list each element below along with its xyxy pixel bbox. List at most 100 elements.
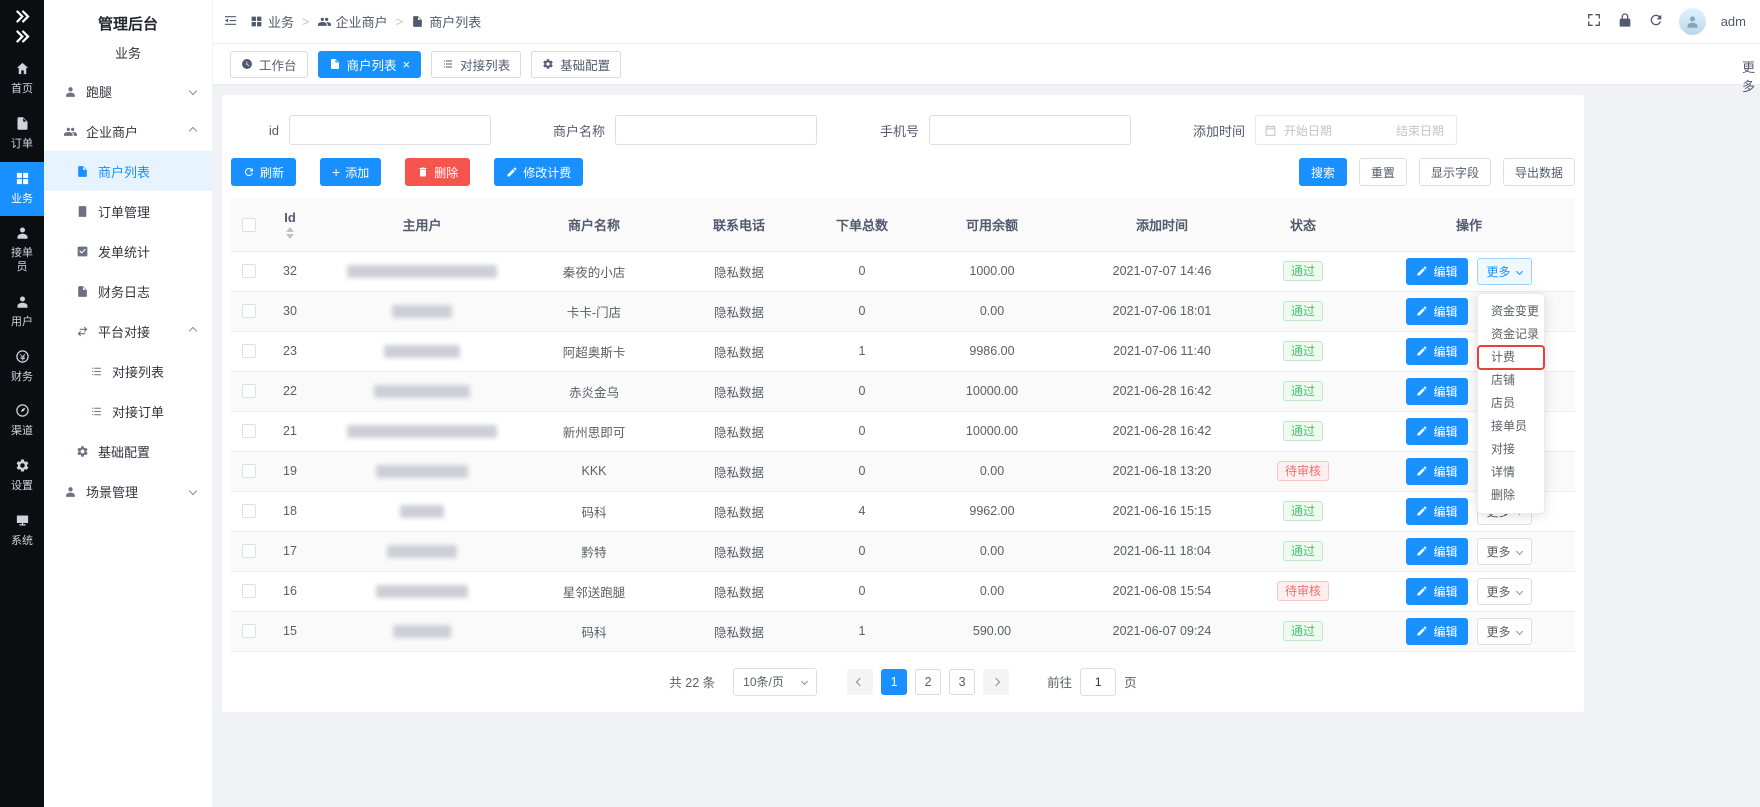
table-row[interactable]: 21 新州思即可 隐私数据 0 10000.00 2021-06-28 16:4… <box>231 411 1575 451</box>
page-button[interactable]: 2 <box>915 669 941 695</box>
sidebar-item-basic-config[interactable]: 基础配置 <box>44 431 212 471</box>
dropdown-item[interactable]: 对接 <box>1478 438 1544 461</box>
sidebar-item-scene-management[interactable]: 场景管理 <box>44 471 212 511</box>
row-checkbox[interactable] <box>242 384 256 398</box>
rail-item-finance[interactable]: 财务 <box>0 340 44 395</box>
fullscreen-icon[interactable] <box>1586 12 1602 31</box>
edit-button[interactable]: 编辑 <box>1406 338 1467 365</box>
refresh-button[interactable]: 刷新 <box>231 158 296 186</box>
edit-button[interactable]: 编辑 <box>1406 578 1467 605</box>
tab-basic-config[interactable]: 基础配置 <box>531 51 621 78</box>
table-row[interactable]: 17 黔特 隐私数据 0 0.00 2021-06-11 18:04 通过 编辑… <box>231 531 1575 571</box>
dropdown-item[interactable]: 计费 <box>1478 346 1544 369</box>
row-checkbox[interactable] <box>242 424 256 438</box>
dropdown-item[interactable]: 店员 <box>1478 392 1544 415</box>
page-button[interactable]: 3 <box>949 669 975 695</box>
row-checkbox[interactable] <box>242 544 256 558</box>
refresh-icon[interactable] <box>1648 12 1664 31</box>
table-row[interactable]: 22 赤炎金乌 隐私数据 0 10000.00 2021-06-28 16:42… <box>231 371 1575 411</box>
more-button[interactable]: 更多 <box>1477 618 1532 645</box>
tab-workbench[interactable]: 工作台 <box>230 51 308 78</box>
row-checkbox[interactable] <box>242 624 256 638</box>
table-row[interactable]: 32 秦夜的小店 隐私数据 0 1000.00 2021-07-07 14:46… <box>231 251 1575 291</box>
dropdown-item[interactable]: 删除 <box>1478 484 1544 507</box>
rail-item-courier[interactable]: 接单员 <box>0 216 44 285</box>
page-size-select[interactable]: 10条/页 <box>733 668 817 696</box>
edit-button[interactable]: 编辑 <box>1406 458 1467 485</box>
edit-button[interactable]: 编辑 <box>1406 498 1467 525</box>
add-button[interactable]: 添加 <box>320 158 381 186</box>
sidebar-item-merchant-list[interactable]: 商户列表 <box>44 151 212 191</box>
rail-item-settings[interactable]: 设置 <box>0 449 44 504</box>
edit-button[interactable]: 编辑 <box>1406 618 1467 645</box>
breadcrumb-business[interactable]: 业务 <box>250 12 294 31</box>
table-row[interactable]: 15 码科 隐私数据 1 590.00 2021-06-07 09:24 通过 … <box>231 611 1575 651</box>
rail-item-home[interactable]: 首页 <box>0 52 44 107</box>
edit-button[interactable]: 编辑 <box>1406 298 1467 325</box>
table-row[interactable]: 19 KKK 隐私数据 0 0.00 2021-06-18 13:20 待审核 … <box>231 451 1575 491</box>
sidebar-item-integration-orders[interactable]: 对接订单 <box>44 391 212 431</box>
dropdown-item[interactable]: 接单员 <box>1478 415 1544 438</box>
select-all-checkbox[interactable] <box>242 218 256 232</box>
dropdown-item[interactable]: 详情 <box>1478 461 1544 484</box>
table-row[interactable]: 23 阿超奥斯卡 隐私数据 1 9986.00 2021-07-06 11:40… <box>231 331 1575 371</box>
rail-item-business[interactable]: 业务 <box>0 162 44 217</box>
table-row[interactable]: 18 码科 隐私数据 4 9962.00 2021-06-16 15:15 通过… <box>231 491 1575 531</box>
edit-button[interactable]: 编辑 <box>1406 378 1467 405</box>
goto-page-input[interactable] <box>1080 668 1116 696</box>
tab-merchant-list[interactable]: 商户列表 <box>318 51 422 78</box>
rail-item-channel[interactable]: 渠道 <box>0 394 44 449</box>
row-checkbox[interactable] <box>242 344 256 358</box>
table-row[interactable]: 16 星邻送跑腿 隐私数据 0 0.00 2021-06-08 15:54 待审… <box>231 571 1575 611</box>
rail-item-system[interactable]: 系统 <box>0 504 44 559</box>
row-checkbox[interactable] <box>242 264 256 278</box>
search-button[interactable]: 搜索 <box>1299 158 1347 186</box>
sidebar-item-enterprise-merchant[interactable]: 企业商户 <box>44 111 212 151</box>
row-checkbox[interactable] <box>242 504 256 518</box>
merchant-name-filter-input[interactable] <box>615 115 817 145</box>
next-page-button[interactable] <box>983 669 1009 695</box>
more-button[interactable]: 更多 <box>1477 538 1532 565</box>
prev-page-button[interactable] <box>847 669 873 695</box>
rail-item-users[interactable]: 用户 <box>0 285 44 340</box>
dropdown-item[interactable]: 店铺 <box>1478 369 1544 392</box>
collapse-sidebar-icon[interactable] <box>223 13 238 31</box>
breadcrumb-enterprise-merchant[interactable]: 企业商户 <box>318 12 388 31</box>
sidebar-item-platform-integration[interactable]: 平台对接 <box>44 311 212 351</box>
show-fields-button[interactable]: 显示字段 <box>1419 158 1491 186</box>
id-filter-input[interactable] <box>289 115 491 145</box>
more-button[interactable]: 更多 <box>1477 258 1532 285</box>
row-checkbox[interactable] <box>242 304 256 318</box>
sidebar-item-order-management[interactable]: 订单管理 <box>44 191 212 231</box>
username[interactable]: adm <box>1721 14 1746 29</box>
sidebar-item-finance-log[interactable]: 财务日志 <box>44 271 212 311</box>
tabs-more-button[interactable]: 更多 <box>1742 57 1760 95</box>
avatar[interactable] <box>1679 8 1706 35</box>
table-row[interactable]: 30 卡卡-门店 隐私数据 0 0.00 2021-07-06 18:01 通过… <box>231 291 1575 331</box>
column-header-id[interactable]: Id <box>267 198 313 251</box>
edit-button[interactable]: 编辑 <box>1406 418 1467 445</box>
lock-icon[interactable] <box>1617 12 1633 31</box>
phone-filter-input[interactable] <box>929 115 1131 145</box>
dropdown-item[interactable]: 资金变更 <box>1478 300 1544 323</box>
date-range-picker[interactable]: 开始日期 结束日期 <box>1255 115 1457 145</box>
edit-button[interactable]: 编辑 <box>1406 258 1467 285</box>
close-icon[interactable] <box>403 58 411 71</box>
rail-item-orders[interactable]: 订单 <box>0 107 44 162</box>
breadcrumb-merchant-list[interactable]: 商户列表 <box>411 12 481 31</box>
row-checkbox[interactable] <box>242 464 256 478</box>
sidebar-item-integration-list[interactable]: 对接列表 <box>44 351 212 391</box>
edit-button[interactable]: 编辑 <box>1406 538 1467 565</box>
page-button[interactable]: 1 <box>881 669 907 695</box>
export-data-button[interactable]: 导出数据 <box>1503 158 1575 186</box>
reset-button[interactable]: 重置 <box>1359 158 1407 186</box>
tab-integration-list[interactable]: 对接列表 <box>431 51 521 78</box>
sidebar-item-errand[interactable]: 跑腿 <box>44 71 212 111</box>
delete-button[interactable]: 删除 <box>405 158 470 186</box>
sidebar-item-dispatch-stats[interactable]: 发单统计 <box>44 231 212 271</box>
more-button[interactable]: 更多 <box>1477 578 1532 605</box>
sort-icon[interactable] <box>286 227 294 239</box>
modify-billing-button[interactable]: 修改计费 <box>494 158 583 186</box>
dropdown-item[interactable]: 资金记录 <box>1478 323 1544 346</box>
row-checkbox[interactable] <box>242 584 256 598</box>
